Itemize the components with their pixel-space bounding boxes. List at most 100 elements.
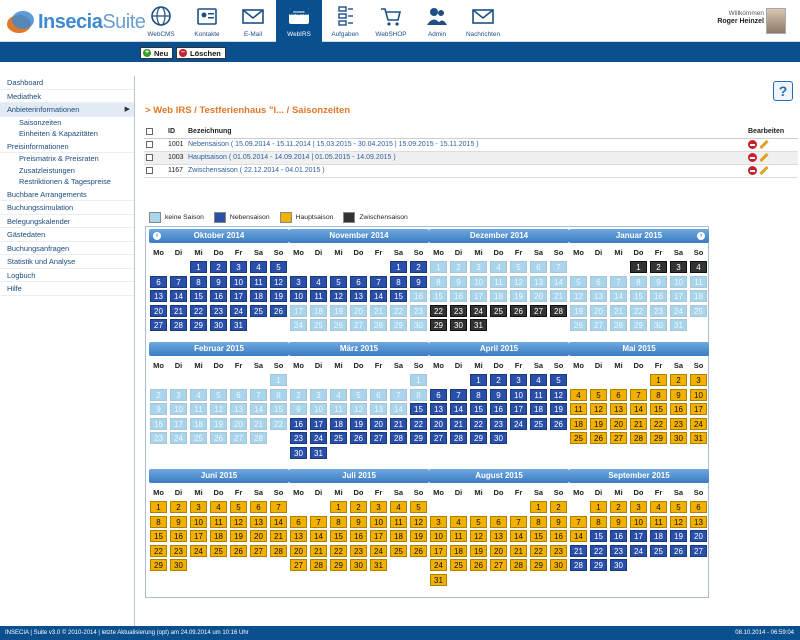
calendar-day[interactable]: 23: [650, 304, 667, 317]
calendar-day[interactable]: 18: [450, 544, 467, 557]
calendar-day[interactable]: 18: [530, 403, 547, 415]
sidebar-item-buchbare-arrangements[interactable]: Buchbare Arrangements: [0, 188, 134, 201]
calendar-day[interactable]: 16: [410, 290, 427, 302]
calendar-day[interactable]: 3: [470, 261, 487, 273]
calendar-day[interactable]: 6: [610, 388, 627, 401]
calendar-day[interactable]: 16: [210, 290, 227, 302]
calendar-day[interactable]: 19: [570, 304, 587, 317]
calendar-day[interactable]: 6: [290, 515, 307, 528]
calendar-day[interactable]: 28: [170, 319, 187, 331]
calendar-day[interactable]: 29: [470, 432, 487, 444]
calendar-day[interactable]: 23: [290, 432, 307, 444]
calendar-day[interactable]: 30: [650, 319, 667, 331]
calendar-day[interactable]: 28: [310, 559, 327, 571]
sidebar-item-dashboard[interactable]: Dashboard: [0, 76, 134, 90]
calendar-day[interactable]: 7: [270, 501, 287, 513]
calendar-day[interactable]: 7: [250, 388, 267, 401]
calendar-day[interactable]: 2: [290, 388, 307, 401]
calendar-day[interactable]: 1: [430, 261, 447, 273]
calendar-day[interactable]: 12: [210, 403, 227, 415]
calendar-day[interactable]: 3: [230, 261, 247, 273]
edit-pencil-icon[interactable]: [759, 152, 769, 163]
calendar-day[interactable]: 19: [330, 304, 347, 317]
id-column-header[interactable]: ID: [166, 125, 186, 139]
calendar-day[interactable]: 6: [590, 275, 607, 288]
calendar-day[interactable]: 6: [230, 388, 247, 401]
calendar-day[interactable]: 18: [390, 530, 407, 542]
calendar-day[interactable]: 15: [590, 530, 607, 542]
calendar-day[interactable]: 4: [490, 261, 507, 273]
calendar-day[interactable]: 12: [410, 515, 427, 528]
nav-item-webshop[interactable]: WebSHOP: [368, 0, 414, 42]
calendar-day[interactable]: 7: [550, 261, 567, 273]
calendar-day[interactable]: 15: [190, 290, 207, 302]
calendar-day[interactable]: 16: [490, 403, 507, 415]
calendar-day[interactable]: 25: [390, 544, 407, 557]
help-button[interactable]: ?: [773, 81, 793, 101]
calendar-day[interactable]: 14: [570, 530, 587, 542]
calendar-day[interactable]: 20: [230, 417, 247, 430]
calendar-day[interactable]: 5: [570, 275, 587, 288]
calendar-day[interactable]: 9: [650, 275, 667, 288]
calendar-day[interactable]: 11: [250, 275, 267, 288]
calendar-day[interactable]: 2: [210, 261, 227, 273]
calendar-day[interactable]: 22: [150, 544, 167, 557]
calendar-day[interactable]: 20: [150, 304, 167, 317]
calendar-day[interactable]: 13: [230, 403, 247, 415]
calendar-day[interactable]: 23: [550, 544, 567, 557]
calendar-day[interactable]: 14: [550, 275, 567, 288]
calendar-day[interactable]: 2: [350, 501, 367, 513]
delete-icon[interactable]: [748, 166, 757, 175]
calendar-day[interactable]: 15: [470, 403, 487, 415]
calendar-day[interactable]: 12: [570, 290, 587, 302]
calendar-day[interactable]: 21: [630, 417, 647, 430]
calendar-day[interactable]: 21: [370, 304, 387, 317]
calendar-day[interactable]: 3: [290, 275, 307, 288]
calendar-day[interactable]: 13: [370, 403, 387, 415]
calendar-day[interactable]: 17: [630, 530, 647, 542]
calendar-day[interactable]: 26: [410, 544, 427, 557]
sidebar-item-zusatzleistungen[interactable]: Zusatzleistungen: [0, 165, 134, 177]
calendar-day[interactable]: 5: [550, 374, 567, 386]
calendar-day[interactable]: 7: [390, 388, 407, 401]
calendar-day[interactable]: 13: [590, 290, 607, 302]
calendar-day[interactable]: 25: [490, 304, 507, 317]
calendar-day[interactable]: 10: [370, 515, 387, 528]
calendar-day[interactable]: 4: [570, 388, 587, 401]
sidebar-item-hilfe[interactable]: Hilfe: [0, 282, 134, 296]
calendar-day[interactable]: 28: [450, 432, 467, 444]
calendar-day[interactable]: 1: [530, 501, 547, 513]
calendar-day[interactable]: 22: [190, 304, 207, 317]
calendar-day[interactable]: 6: [490, 515, 507, 528]
calendar-day[interactable]: 25: [330, 432, 347, 444]
calendar-day[interactable]: 16: [650, 290, 667, 302]
calendar-day[interactable]: 28: [510, 559, 527, 571]
calendar-day[interactable]: 29: [190, 319, 207, 331]
calendar-day[interactable]: 22: [430, 304, 447, 317]
calendar-day[interactable]: 8: [650, 388, 667, 401]
calendar-day[interactable]: 13: [150, 290, 167, 302]
calendar-day[interactable]: 22: [650, 417, 667, 430]
calendar-day[interactable]: 27: [370, 432, 387, 444]
table-row[interactable]: 1167 Zwischensaison ( 22.12.2014 - 04.01.…: [144, 164, 798, 178]
calendar-day[interactable]: 18: [490, 290, 507, 302]
calendar-day[interactable]: 22: [270, 417, 287, 430]
calendar-day[interactable]: 26: [570, 319, 587, 331]
calendar-day[interactable]: 19: [350, 417, 367, 430]
calendar-day[interactable]: 25: [530, 417, 547, 430]
calendar-day[interactable]: 5: [330, 275, 347, 288]
calendar-day[interactable]: 20: [250, 530, 267, 542]
calendar-day[interactable]: 15: [630, 290, 647, 302]
sidebar-item-saisonzeiten[interactable]: Saisonzeiten: [0, 117, 134, 129]
calendar-day[interactable]: 22: [410, 417, 427, 430]
calendar-day[interactable]: 30: [550, 559, 567, 571]
calendar-day[interactable]: 28: [250, 432, 267, 444]
calendar-day[interactable]: 11: [450, 530, 467, 542]
calendar-day[interactable]: 4: [250, 261, 267, 273]
user-name[interactable]: Roger Heinzel: [717, 18, 764, 25]
calendar-day[interactable]: 23: [670, 417, 687, 430]
calendar-day[interactable]: 25: [450, 559, 467, 571]
calendar-day[interactable]: 11: [390, 515, 407, 528]
calendar-day[interactable]: 26: [210, 432, 227, 444]
calendar-day[interactable]: 27: [690, 544, 707, 557]
